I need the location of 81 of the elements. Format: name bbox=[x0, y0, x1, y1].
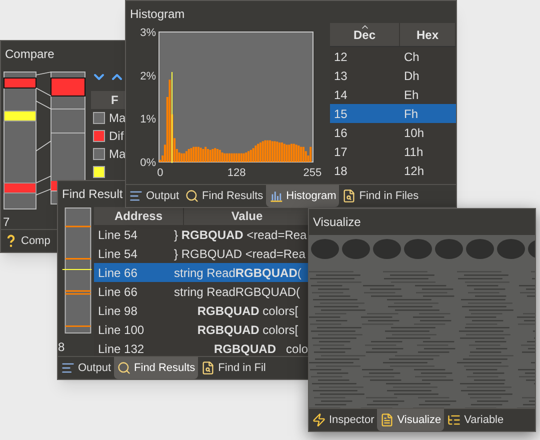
table-cell-text: 17 bbox=[333, 144, 348, 160]
panel-tab[interactable]: Find Results bbox=[114, 357, 198, 379]
search-icon bbox=[185, 189, 200, 203]
legend-label: Ma bbox=[109, 110, 126, 127]
tree-icon bbox=[447, 413, 462, 427]
table-cell-text: 11h bbox=[403, 144, 424, 160]
column-header[interactable]: Dec bbox=[330, 23, 400, 46]
x-tick-label: 128 bbox=[227, 167, 246, 179]
table-cell-text: Fh bbox=[403, 106, 418, 122]
lightning-icon bbox=[312, 413, 326, 427]
table-cell-text: 12h bbox=[403, 162, 424, 180]
table-cell-text: } RGBQUAD <read=Rea bbox=[174, 226, 307, 244]
y-tick-label: 3% bbox=[140, 27, 156, 39]
table-cell-text: Line 54 bbox=[97, 226, 138, 244]
table-row[interactable]: 12 Ch bbox=[330, 47, 456, 66]
table-cell-text: RGBQUAD colo bbox=[213, 340, 308, 358]
table-row[interactable]: Line 54 } RGBQUAD <read=Rea bbox=[94, 244, 311, 263]
table-cell-text: Line 132 bbox=[97, 340, 146, 358]
panel-tab[interactable]: Output bbox=[126, 185, 182, 207]
y-tick-label: 1% bbox=[140, 114, 156, 126]
file-search-icon bbox=[342, 189, 356, 203]
table-cell-text: Line 100 bbox=[97, 322, 146, 338]
table-row[interactable]: 14 Eh bbox=[330, 85, 456, 104]
table-cell-text: 12 bbox=[333, 48, 348, 66]
search-icon bbox=[117, 361, 132, 375]
table-row[interactable]: 18 12h bbox=[330, 161, 456, 180]
panel-tab[interactable]: Find in Files bbox=[339, 185, 422, 207]
table-cell-text: string ReadRGBQUAD( bbox=[174, 284, 300, 300]
table-row[interactable]: Line 54 } RGBQUAD <read=Rea bbox=[94, 225, 311, 244]
table-cell-text: Dh bbox=[403, 68, 420, 84]
table-row[interactable]: Line 66 string ReadRGBQUAD( bbox=[94, 282, 311, 301]
panel-tab[interactable]: Find in Fil bbox=[198, 357, 269, 379]
y-tick-label: 2% bbox=[140, 70, 156, 82]
table-row[interactable]: Line 66 string ReadRGBQUAD( bbox=[94, 263, 311, 282]
table-cell-text: 14 bbox=[333, 86, 348, 104]
window-title: Compare bbox=[5, 46, 54, 63]
window-title: Visualize bbox=[313, 214, 361, 231]
table-cell-text: 16 bbox=[333, 124, 348, 142]
table-cell-text: RGBQUAD colors[ bbox=[196, 302, 298, 320]
column-header: F bbox=[91, 91, 126, 109]
y-tick-label: 0% bbox=[140, 157, 156, 169]
document-icon bbox=[380, 413, 394, 427]
panel-tab[interactable]: Histogram bbox=[266, 185, 340, 207]
table-cell-text: string ReadRGBQUAD( bbox=[174, 264, 302, 282]
table-row[interactable]: Line 100 RGBQUAD colors[ bbox=[94, 320, 311, 339]
lines-icon bbox=[61, 361, 75, 375]
window-title: Find Result bbox=[62, 186, 123, 203]
table-row[interactable]: 13 Dh bbox=[330, 66, 456, 85]
table-cell-text: } RGBQUAD <read=Rea bbox=[174, 246, 306, 262]
column-header[interactable]: Hex bbox=[400, 23, 456, 46]
table-row[interactable]: Line 98 RGBQUAD colors[ bbox=[94, 301, 311, 320]
legend-label: Dif bbox=[109, 128, 124, 145]
table-cell-text: Line 98 bbox=[97, 302, 138, 320]
table-cell-text: Line 54 bbox=[97, 246, 138, 262]
x-tick-label: 0 bbox=[157, 167, 164, 179]
count-label: 8 bbox=[58, 339, 66, 356]
table-cell-text: 13 bbox=[333, 68, 348, 84]
window-title: Histogram bbox=[130, 6, 185, 23]
table-row[interactable]: Line 132 RGBQUAD colo bbox=[94, 339, 311, 358]
panel-tab[interactable]: Find Results bbox=[182, 185, 266, 207]
panel-tab[interactable]: Comp bbox=[1, 230, 54, 252]
table-cell-text: Line 66 bbox=[97, 264, 138, 282]
legend-label: Ma bbox=[109, 146, 126, 163]
panel-tab[interactable]: Visualize bbox=[377, 409, 444, 431]
table-cell-text: Eh bbox=[403, 86, 419, 104]
bar-chart-icon bbox=[269, 189, 284, 203]
lines-icon bbox=[129, 189, 143, 203]
table-cell-text: Line 66 bbox=[97, 284, 138, 300]
table-row[interactable]: 16 10h bbox=[330, 123, 456, 142]
table-cell-text: RGBQUAD colors[ bbox=[196, 322, 298, 338]
table-row[interactable]: 15 Fh bbox=[330, 104, 456, 123]
table-cell-text: 15 bbox=[333, 106, 348, 122]
panel-tab[interactable]: Output bbox=[58, 357, 114, 379]
file-search-icon bbox=[201, 361, 216, 375]
table-cell-text: Ch bbox=[403, 48, 420, 66]
panel-tab[interactable]: Variable bbox=[444, 409, 507, 431]
panel-tab[interactable]: Inspector bbox=[309, 409, 378, 431]
table-cell-text: 18 bbox=[333, 162, 348, 180]
table-row[interactable]: 17 11h bbox=[330, 142, 456, 161]
x-tick-label: 255 bbox=[303, 167, 322, 179]
table-cell-text: 10h bbox=[403, 124, 424, 142]
